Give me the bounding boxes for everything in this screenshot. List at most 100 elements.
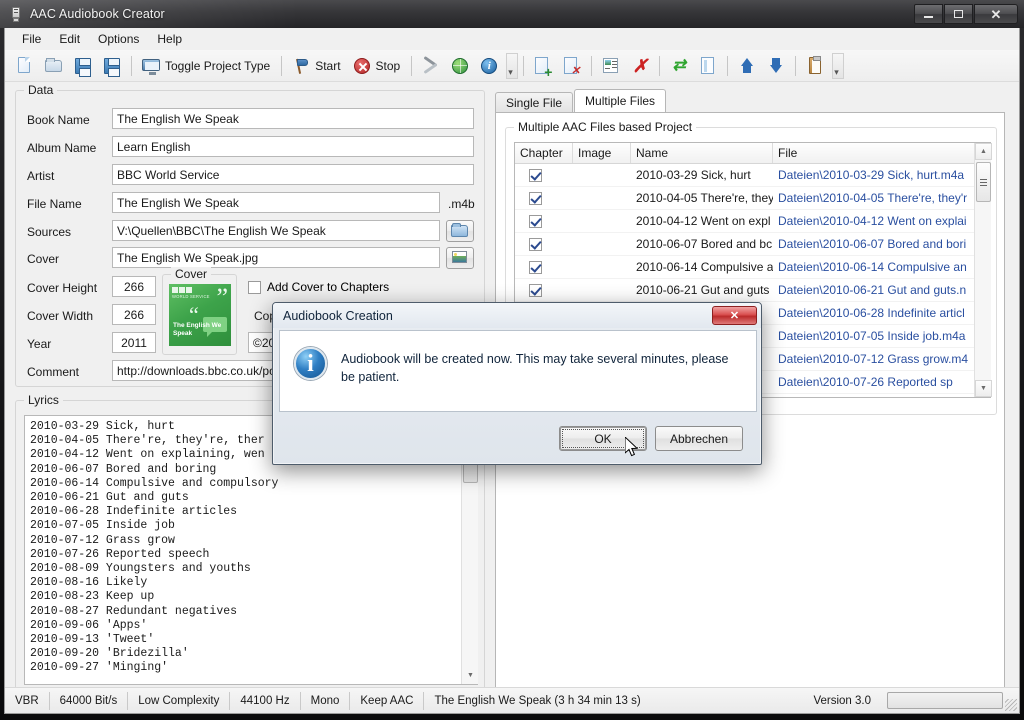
column-header-image[interactable]: Image [573,143,631,163]
menu-edit[interactable]: Edit [50,29,89,49]
list-images-button[interactable] [597,53,625,79]
row-chapter-checkbox-cell[interactable] [515,256,573,279]
resize-grip-icon[interactable] [1005,699,1017,711]
table-row[interactable]: 2010-03-29 Sick, hurt Dateien\2010-03-29 … [515,164,990,187]
save-project-button[interactable] [69,53,97,79]
artist-input[interactable] [112,164,474,185]
row-name-cell[interactable]: 2010-06-14 Compulsive a [631,256,773,279]
file-name-input[interactable] [112,192,440,213]
row-chapter-checkbox-cell[interactable] [515,210,573,233]
tab-single-file[interactable]: Single File [495,92,574,112]
row-chapter-checkbox-cell[interactable] [515,187,573,210]
move-down-button[interactable] [762,53,790,79]
lyrics-scroll-down-button[interactable]: ▼ [462,667,479,684]
row-file-cell[interactable]: Dateien\2010-06-21 Gut and guts.n [773,279,975,302]
table-row[interactable]: 2010-06-21 Gut and guts Dateien\2010-06-2… [515,279,990,302]
row-name-cell[interactable]: 2010-06-21 Gut and guts [631,279,773,302]
year-input[interactable] [112,332,156,353]
row-name-cell[interactable]: 2010-03-29 Sick, hurt [631,164,773,187]
row-chapter-checkbox-cell[interactable] [515,233,573,256]
row-file-cell[interactable]: Dateien\2010-07-26 Reported sp [773,371,975,394]
sources-input[interactable] [112,220,440,241]
about-button[interactable]: i [475,53,503,79]
status-progress-bar [887,692,1003,709]
menu-file[interactable]: File [13,29,50,49]
row-chapter-checkbox[interactable] [529,214,542,228]
cover-height-label: Cover Height [27,281,98,295]
close-button[interactable]: ✕ [974,4,1018,24]
table-row[interactable]: 2010-04-12 Went on expl Dateien\2010-04-1… [515,210,990,233]
add-cover-to-chapters-row[interactable]: Add Cover to Chapters [248,280,389,294]
refresh-button[interactable]: ⇄ [665,53,693,79]
row-image-cell[interactable] [573,279,631,302]
column-header-file[interactable]: File [773,143,975,163]
maximize-button[interactable] [944,4,973,24]
browse-cover-button[interactable] [446,247,474,269]
grid-scroll-down-button[interactable]: ▼ [975,380,992,397]
row-name-cell[interactable]: 2010-06-07 Bored and bc [631,233,773,256]
add-cover-to-chapters-checkbox[interactable] [248,280,261,294]
book-name-input[interactable] [112,108,474,129]
remove-file-button[interactable] [558,53,586,79]
add-file-button[interactable] [529,53,557,79]
row-chapter-checkbox[interactable] [529,237,542,251]
tab-multiple-files-label: Multiple Files [585,94,656,108]
new-project-button[interactable] [11,53,39,79]
row-chapter-checkbox[interactable] [529,191,542,205]
row-file-cell[interactable]: Dateien\2010-04-12 Went on explai [773,210,975,233]
row-chapter-checkbox[interactable] [529,168,542,182]
tab-strip: Single File Multiple Files [495,89,1005,112]
stop-button[interactable]: Stop [348,53,407,79]
row-image-cell[interactable] [573,164,631,187]
row-file-cell[interactable]: Dateien\2010-06-07 Bored and bori [773,233,975,256]
row-chapter-checkbox[interactable] [529,283,542,297]
menu-options[interactable]: Options [89,29,148,49]
row-file-cell[interactable]: Dateien\2010-04-05 There're, they'r [773,187,975,210]
grid-scroll-up-button[interactable]: ▲ [975,143,992,160]
clipboard-button[interactable] [801,53,829,79]
row-file-cell[interactable]: Dateien\2010-03-29 Sick, hurt.m4a [773,164,975,187]
cover-input[interactable] [112,247,440,268]
table-row[interactable]: 2010-06-07 Bored and bc Dateien\2010-06-0… [515,233,990,256]
row-image-cell[interactable] [573,210,631,233]
row-file-cell[interactable]: Dateien\2010-07-12 Grass grow.m4 [773,348,975,371]
row-image-cell[interactable] [573,187,631,210]
web-button[interactable] [446,53,474,79]
tab-multiple-files[interactable]: Multiple Files [574,89,667,112]
dialog-close-button[interactable]: ✕ [712,306,757,325]
column-header-name[interactable]: Name [631,143,773,163]
row-file-cell[interactable]: Dateien\2010-06-14 Compulsive an [773,256,975,279]
column-header-chapter[interactable]: Chapter [515,143,573,163]
move-up-button[interactable] [733,53,761,79]
minimize-button[interactable] [914,4,943,24]
year-label: Year [27,337,52,351]
document-button[interactable] [694,53,722,79]
toggle-project-type-button[interactable]: Toggle Project Type [137,53,276,79]
row-name-cell[interactable]: 2010-04-12 Went on expl [631,210,773,233]
clear-list-button[interactable]: ✗ [626,53,654,79]
row-image-cell[interactable] [573,233,631,256]
open-project-button[interactable] [40,53,68,79]
row-chapter-checkbox[interactable] [529,260,542,274]
cover-width-input[interactable] [112,304,156,325]
menu-help[interactable]: Help [148,29,191,49]
start-button[interactable]: Start [287,53,346,79]
row-chapter-checkbox-cell[interactable] [515,164,573,187]
album-name-input[interactable] [112,136,474,157]
row-image-cell[interactable] [573,256,631,279]
save-as-button[interactable] [98,53,126,79]
settings-button[interactable] [417,53,445,79]
table-row[interactable]: 2010-04-05 There're, they Dateien\2010-04… [515,187,990,210]
browse-sources-button[interactable] [446,220,474,242]
toolbar-overflow-button-2[interactable] [832,52,845,79]
row-file-cell[interactable]: Dateien\2010-06-28 Indefinite articl [773,302,975,325]
row-chapter-checkbox-cell[interactable] [515,279,573,302]
row-file-cell[interactable]: Dateien\2010-07-05 Inside job.m4a [773,325,975,348]
row-name-cell[interactable]: 2010-04-05 There're, they [631,187,773,210]
toolbar-overflow-button[interactable] [506,52,519,79]
dialog-cancel-button[interactable]: Abbrechen [655,426,743,451]
files-grid-vertical-scrollbar[interactable]: ▲ ▼ [974,143,992,397]
grid-scroll-thumb[interactable] [976,162,991,202]
table-row[interactable]: 2010-06-14 Compulsive a Dateien\2010-06-1… [515,256,990,279]
cover-height-input[interactable] [112,276,156,297]
